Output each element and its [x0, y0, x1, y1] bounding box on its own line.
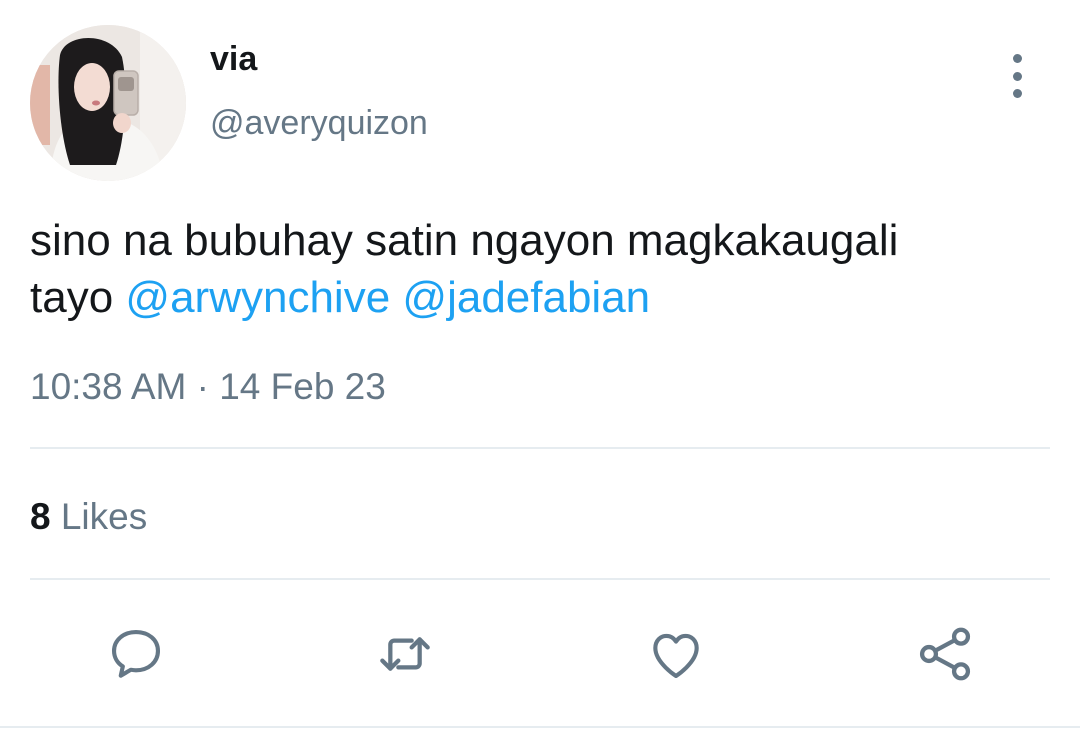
retweet-icon	[380, 637, 430, 671]
more-vertical-icon-dot	[1012, 71, 1022, 81]
likes-count: 8	[30, 496, 51, 537]
divider	[30, 578, 1050, 580]
mention-link[interactable]: @arwynchive	[125, 273, 390, 322]
share-button[interactable]	[913, 622, 977, 686]
reply-button[interactable]	[104, 622, 168, 686]
tweet-text-line: sino na bubuhay satin ngayon magkakaugal…	[30, 216, 899, 265]
more-options-button[interactable]	[1000, 54, 1034, 98]
like-button[interactable]	[644, 622, 708, 686]
avatar-image	[30, 25, 186, 181]
mention-link[interactable]: @jadefabian	[402, 273, 650, 322]
likes-stat[interactable]: 8 Likes	[30, 496, 147, 538]
user-handle[interactable]: @averyquizon	[210, 104, 428, 143]
retweet-button[interactable]	[373, 622, 437, 686]
share-icon	[919, 627, 971, 681]
tweet-text-word: tayo	[30, 273, 114, 322]
more-vertical-icon	[1012, 54, 1022, 63]
more-vertical-icon-dot	[1012, 89, 1022, 98]
tweet-timestamp[interactable]: 10:38 AM · 14 Feb 23	[30, 366, 386, 408]
display-name[interactable]: via	[210, 40, 257, 79]
divider	[30, 447, 1050, 449]
divider	[0, 726, 1080, 728]
avatar[interactable]	[30, 25, 186, 181]
heart-icon	[653, 633, 699, 679]
tweet-text: sino na bubuhay satin ngayon magkakaugal…	[30, 212, 1060, 326]
likes-label: Likes	[60, 496, 148, 537]
comment-icon	[111, 629, 161, 678]
